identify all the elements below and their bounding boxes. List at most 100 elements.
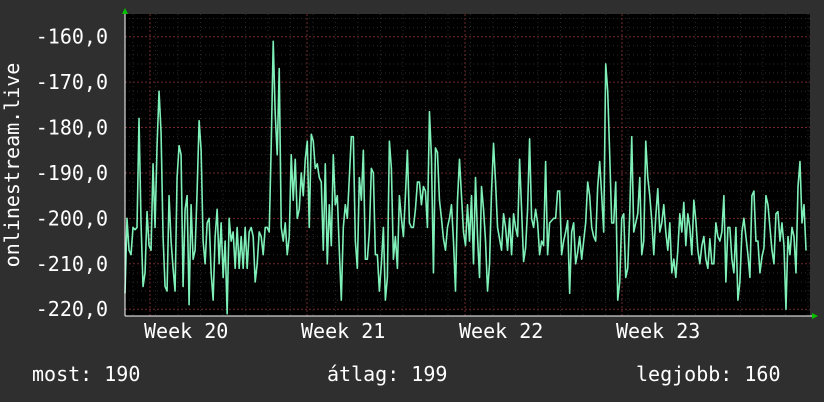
data-point	[384, 299, 386, 301]
data-point	[737, 299, 739, 301]
data-point	[579, 235, 581, 238]
data-point	[328, 204, 330, 206]
data-point	[386, 276, 388, 278]
data-point	[418, 181, 421, 183]
data-point	[338, 249, 340, 251]
data-point	[472, 263, 475, 265]
data-point	[314, 167, 316, 170]
data-point	[759, 272, 761, 274]
data-point	[793, 235, 795, 238]
data-point	[739, 281, 741, 283]
data-point	[300, 172, 302, 174]
data-point	[761, 256, 763, 258]
data-point	[172, 267, 174, 269]
data-point	[336, 195, 338, 197]
data-point	[621, 217, 623, 219]
data-point	[216, 208, 218, 210]
data-point	[701, 245, 703, 247]
data-point	[709, 238, 711, 240]
x-tick-label: Week 21	[301, 319, 385, 343]
data-point	[394, 235, 396, 238]
data-point	[126, 217, 128, 219]
data-point	[557, 190, 559, 192]
data-point	[430, 156, 433, 158]
data-point	[244, 226, 246, 229]
average-value: átlag: 199	[327, 362, 448, 386]
data-point	[452, 240, 455, 242]
data-point	[492, 142, 495, 145]
data-point	[769, 226, 771, 229]
data-point	[587, 181, 589, 183]
data-point	[524, 247, 527, 249]
data-point	[488, 263, 491, 265]
data-point	[571, 231, 573, 233]
data-point	[136, 226, 138, 229]
y-tick-label: -160,0	[36, 25, 108, 49]
data-point	[196, 190, 198, 192]
data-point	[356, 267, 358, 269]
data-point	[304, 158, 306, 160]
data-point	[362, 149, 364, 151]
data-point	[494, 181, 497, 183]
data-point	[412, 226, 415, 229]
data-point	[358, 176, 360, 179]
data-point	[599, 160, 601, 163]
data-point	[647, 176, 649, 179]
data-point	[627, 267, 629, 269]
data-point	[749, 276, 751, 278]
data-point	[134, 229, 136, 231]
data-point	[348, 176, 350, 179]
data-point	[378, 290, 380, 292]
data-point	[146, 210, 148, 213]
data-point	[530, 217, 533, 219]
data-point	[160, 131, 162, 133]
data-point	[370, 167, 372, 170]
data-point	[589, 195, 591, 197]
data-point	[420, 204, 423, 206]
data-point	[547, 254, 549, 256]
data-point	[436, 151, 439, 154]
data-point	[168, 195, 170, 197]
x-tick-label: Week 22	[459, 319, 543, 343]
y-axis-label: onlinestream.live	[0, 63, 24, 268]
data-point	[164, 285, 166, 288]
data-point	[575, 263, 577, 265]
data-point	[699, 263, 701, 265]
data-point	[456, 199, 459, 201]
data-point	[735, 226, 737, 229]
data-point	[236, 226, 238, 229]
data-point	[302, 195, 304, 197]
data-point	[310, 133, 312, 135]
data-point	[763, 247, 765, 249]
data-point	[508, 217, 511, 219]
data-point	[663, 204, 665, 206]
data-point	[140, 222, 142, 224]
data-point	[651, 220, 653, 222]
data-point	[797, 185, 799, 188]
data-point	[470, 195, 473, 197]
data-point	[132, 226, 134, 229]
data-point	[649, 195, 651, 197]
data-point	[573, 222, 575, 224]
data-point	[747, 254, 749, 256]
data-point	[683, 201, 685, 204]
data-point	[446, 226, 449, 229]
data-point	[194, 249, 196, 251]
data-point	[342, 226, 344, 229]
data-point	[631, 136, 633, 138]
data-point	[306, 140, 308, 142]
data-point	[514, 226, 517, 229]
data-point	[757, 240, 759, 242]
data-point	[266, 226, 268, 229]
data-point	[601, 195, 603, 197]
y-tick-label: -170,0	[36, 70, 108, 94]
data-point	[502, 213, 505, 215]
data-point	[220, 222, 222, 224]
data-point	[705, 258, 707, 260]
data-point	[226, 313, 228, 315]
data-point	[551, 220, 553, 222]
data-point	[268, 231, 270, 233]
data-point	[422, 185, 425, 188]
data-point	[482, 208, 485, 210]
data-point	[603, 231, 605, 233]
